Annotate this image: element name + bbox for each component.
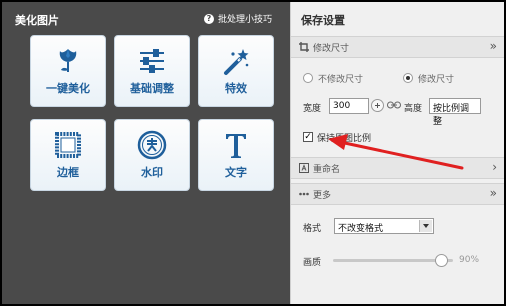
radio-no-resize-label: 不修改尺寸: [318, 75, 364, 85]
radio-resize-label: 修改尺寸: [418, 75, 455, 85]
expand-chevron-icon: ›: [492, 160, 497, 174]
resize-section-label: 修改尺寸: [313, 44, 350, 54]
batch-tips-link[interactable]: ? 批处理小技巧: [203, 12, 272, 25]
batch-processor-window: 美化图片 ? 批处理小技巧 一键美化 基础调整 特效 边框 水印 文字 保存设置…: [2, 2, 504, 304]
tool-effects[interactable]: 特效: [198, 35, 274, 107]
format-select[interactable]: 不改变格式: [334, 218, 434, 234]
tool-one-click-beautify[interactable]: 一键美化: [30, 35, 106, 107]
crop-icon: [299, 42, 309, 52]
watermark-stamp-icon: [115, 128, 189, 162]
rename-section-header[interactable]: 重命名 ›: [291, 157, 504, 179]
window-frame: 美化图片 ? 批处理小技巧 一键美化 基础调整 特效 边框 水印 文字 保存设置…: [0, 0, 506, 306]
keep-ratio-label: 保持原图比例: [317, 134, 372, 144]
quality-slider-knob[interactable]: [435, 254, 448, 267]
radio-resize[interactable]: [403, 73, 413, 83]
rename-section-label: 重命名: [313, 165, 341, 175]
quality-label: 画质: [303, 258, 322, 268]
question-icon: ?: [203, 13, 214, 24]
text-box-icon: [299, 163, 309, 173]
tool-label: 特效: [225, 82, 247, 95]
tool-label: 文字: [225, 166, 247, 179]
link-icon[interactable]: [387, 101, 401, 109]
tool-watermark[interactable]: 水印: [114, 119, 190, 191]
save-settings-panel: 保存设置 修改尺寸 » 不修改尺寸 修改尺寸 宽度 300 高度 按比例调整 ✓…: [290, 2, 504, 304]
collapse-chevron-icon: »: [489, 186, 497, 200]
beautify-title: 美化图片: [15, 14, 59, 27]
frame-icon: [31, 128, 105, 162]
height-input[interactable]: 按比例调整: [429, 98, 481, 127]
beautify-panel: 美化图片 ? 批处理小技巧 一键美化 基础调整 特效 边框 水印 文字: [2, 2, 288, 304]
collapse-chevron-icon: »: [489, 39, 497, 53]
magic-wand-icon: [199, 44, 273, 78]
more-section-label: 更多: [313, 191, 332, 201]
resize-section-header[interactable]: 修改尺寸 »: [291, 36, 504, 58]
radio-no-resize[interactable]: [303, 73, 313, 83]
format-select-value: 不改变格式: [338, 224, 384, 234]
tool-label: 一键美化: [46, 82, 90, 95]
tool-text[interactable]: 文字: [198, 119, 274, 191]
tool-basic-adjust[interactable]: 基础调整: [114, 35, 190, 107]
height-label: 高度: [404, 104, 423, 114]
dropdown-arrow-icon: [419, 220, 432, 232]
quality-value: 90%: [459, 255, 480, 265]
tool-label: 边框: [57, 166, 79, 179]
save-settings-title: 保存设置: [301, 14, 345, 27]
tool-label: 水印: [141, 166, 163, 179]
width-input[interactable]: 300: [329, 98, 369, 114]
tulip-icon: [31, 44, 105, 78]
width-label: 宽度: [303, 104, 322, 114]
tool-label: 基础调整: [130, 82, 174, 95]
more-section-header[interactable]: 更多 »: [291, 183, 504, 205]
sliders-icon: [115, 44, 189, 78]
text-t-icon: [199, 128, 273, 162]
batch-tips-label: 批处理小技巧: [217, 15, 272, 25]
width-stepper[interactable]: [371, 99, 384, 112]
more-dots-icon: [299, 192, 309, 196]
tool-border[interactable]: 边框: [30, 119, 106, 191]
keep-ratio-checkbox[interactable]: ✓: [303, 132, 313, 142]
format-label: 格式: [303, 224, 322, 234]
